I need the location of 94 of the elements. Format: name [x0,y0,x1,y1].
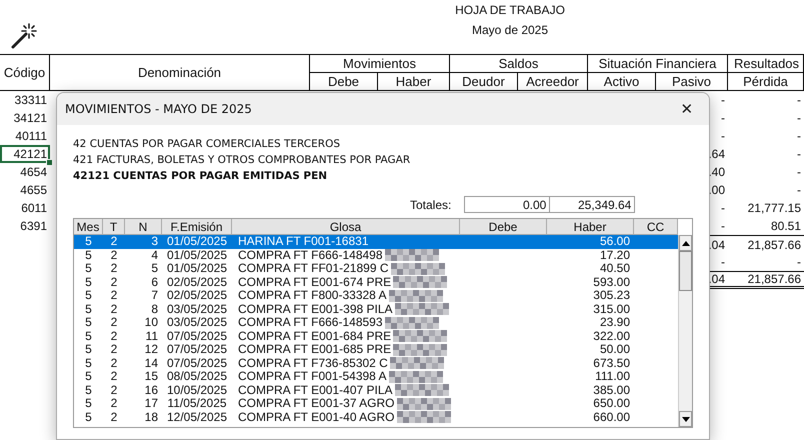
column-header: Pérdida [728,73,804,91]
code-cell[interactable]: 4654 [0,163,50,181]
report-title: HOJA DE TRABAJO [455,3,565,17]
group-header: Movimientos [310,55,450,73]
account-line: 421 FACTURAS, BOLETAS Y OTROS COMPROBANTES POR PAGAR [73,153,412,168]
code-cell[interactable]: 42121 [0,145,50,163]
table-cell: - [797,165,801,179]
blur-mask [393,344,448,356]
table-cell: - [797,255,801,269]
table-cell: .00 [708,183,725,197]
movement-row[interactable]: 5 2 11 07/05/2025 COMPRA FT E001-684 PRE 322.00 [74,330,678,343]
table-cell: - [797,183,801,197]
totals-label: Totales: [410,198,452,212]
column-header: Denominación [50,55,310,91]
table-cell: - [797,129,801,143]
code-cell[interactable]: 34121 [0,109,50,127]
blur-mask [390,262,444,275]
table-cell: .64 [708,147,725,161]
column-header: Pasivo [656,73,728,91]
report-subtitle: Mayo de 2025 [472,23,548,37]
scrollbar[interactable] [678,235,692,427]
column-header: Debe [310,73,378,91]
movement-row[interactable]: 5 2 12 07/05/2025 COMPRA FT E001-685 PRE 50.00 [74,343,678,356]
scroll-thumb[interactable] [679,251,692,291]
table-cell: - [797,147,801,161]
code-cell[interactable]: 33311 [0,91,50,109]
column-header[interactable]: N [125,219,162,235]
blur-mask [384,249,439,262]
code-cell[interactable]: 6011 [0,199,50,217]
code-cell[interactable]: 6391 [0,217,50,235]
blur-mask [384,316,439,329]
table-cell: 80.51 [770,219,801,233]
table-cell: .04 [708,238,725,252]
scroll-down-icon[interactable] [682,416,690,422]
column-header[interactable]: Mes [74,219,103,235]
movement-row[interactable]: 5 2 5 01/05/2025 COMPRA FT FF01-21899 C 40.50 [74,262,678,276]
movement-row[interactable]: 5 2 3 01/05/2025 HARINA FT F001-16831 56.00 [74,235,678,248]
code-cell[interactable]: 40111 [0,127,50,145]
table-cell: 21,857.66 [748,272,801,286]
movement-row[interactable]: 5 2 4 01/05/2025 COMPRA FT F666-148498 17.20 [74,248,678,262]
movement-row[interactable]: 5 2 7 02/05/2025 COMPRA FT F800-33328 A 305.23 [74,289,678,302]
table-cell: - [721,219,725,233]
movement-row[interactable]: 5 2 14 07/05/2025 COMPRA FT F736-85302 C 673.50 [74,356,678,370]
code-cell[interactable]: 4655 [0,181,50,199]
movement-row[interactable]: 5 2 10 03/05/2025 COMPRA FT F666-148593 23.90 [74,316,678,330]
movement-row[interactable]: 5 2 8 03/05/2025 COMPRA FT E001-398 PILA 315.00 [74,302,678,316]
table-cell: 21,777.15 [748,201,801,215]
column-header: Haber [378,73,450,91]
table-cell: .40 [708,165,725,179]
blur-mask [393,330,448,342]
movement-row[interactable]: 5 2 15 08/05/2025 COMPRA FT F001-54398 A 111.00 [74,370,678,384]
table-cell: - [721,129,725,143]
account-line: 42121 CUENTAS POR PAGAR EMITIDAS PEN [73,169,328,184]
fill-handle[interactable] [46,159,53,166]
column-header[interactable]: Debe [460,219,547,235]
blur-mask [396,411,450,424]
column-header[interactable]: CC [634,219,678,235]
table-cell: .04 [708,272,725,286]
column-header[interactable]: Glosa [232,219,460,235]
table-cell: - [721,93,725,107]
blur-mask [394,303,449,316]
table-cell: - [797,111,801,125]
blur-mask [394,384,449,396]
account-line: 42 CUENTAS POR PAGAR COMERCIALES TERCEROS [73,137,342,152]
movement-row[interactable]: 5 2 6 02/05/2025 COMPRA FT E001-674 PRE 593.00 [74,276,678,289]
column-header: Deudor [450,73,518,91]
group-header: Resultados [728,55,804,73]
movement-row[interactable]: 5 2 16 10/05/2025 COMPRA FT E001-407 PILA 385.00 [74,384,678,397]
movement-row[interactable]: 5 2 18 12/05/2025 COMPRA FT E001-40 AGRO 660.00 [74,410,678,424]
table-cell: - [797,93,801,107]
column-header[interactable]: F.Emisión [162,219,232,235]
haber-total-field: 25,349.64 [549,196,636,213]
blur-mask [396,398,450,410]
blur-mask [390,357,444,370]
blur-mask [393,276,448,288]
column-header[interactable]: T [103,219,125,235]
column-header: Activo [588,73,656,91]
table-cell: - [721,255,725,269]
column-header: Código [0,55,50,91]
table-cell: - [721,201,725,215]
group-header: Situación Financiera [588,55,728,73]
table-cell: - [721,111,725,125]
table-cell: 21,857.66 [748,238,801,252]
close-button[interactable]: ✕ [673,95,701,123]
magic-wand-icon[interactable] [10,22,38,50]
movement-row[interactable]: 5 2 17 11/05/2025 COMPRA FT E001-37 AGRO 650.00 [74,397,678,410]
blur-mask [388,290,443,302]
column-header: Acreedor [518,73,588,91]
scroll-up-icon[interactable] [682,240,690,246]
debe-total-field: 0.00 [464,196,550,213]
group-header: Saldos [450,55,588,73]
column-header[interactable]: Haber [547,219,634,235]
blur-mask [388,370,443,383]
dialog-title: MOVIMIENTOS - MAYO DE 2025 [65,102,252,116]
